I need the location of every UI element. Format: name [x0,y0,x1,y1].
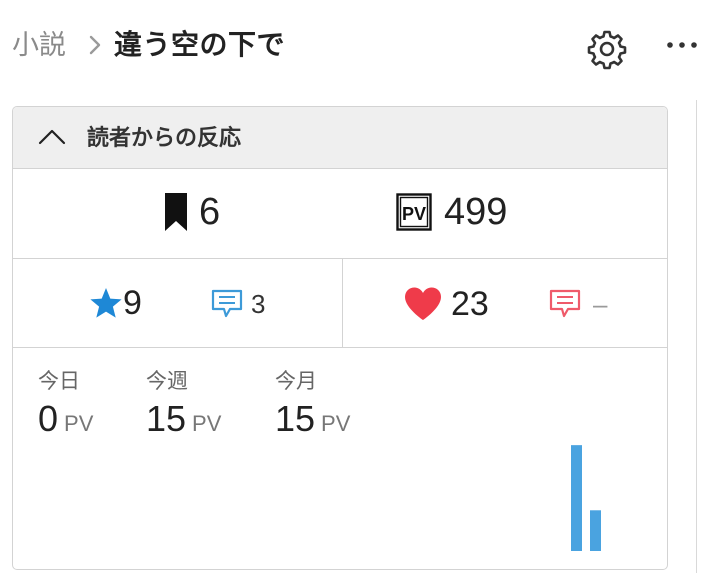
adjacent-panel-edge [696,100,697,573]
bookmark-stat: 6 [163,190,220,234]
pv-unit: PV [321,411,351,436]
page-title: 違う空の下で [114,29,286,60]
pv-bar [590,510,601,551]
chevron-up-icon[interactable] [37,127,67,147]
pv-bar [571,445,582,551]
bookmark-count: 6 [199,191,221,233]
svg-text:PV: PV [402,204,426,224]
pv-today-value: 0 [38,398,59,439]
star-comment-stat[interactable]: 3 [211,289,265,319]
row-divider [342,259,343,347]
bookmark-icon [165,193,187,231]
pv-unit: PV [64,411,94,436]
pv-month-label: 今月 [275,370,317,393]
card-title: 読者からの反応 [87,125,242,150]
star-comment-count: 3 [251,289,266,319]
star-stat[interactable]: 9 [89,283,142,323]
comment-icon [549,289,581,318]
pv-month: 今月 15 PV [275,369,350,439]
heart-icon [405,287,441,320]
breadcrumb-parent[interactable]: 小説 [12,27,66,63]
star-icon [90,288,122,318]
totals-row: 6 PV 499 [13,169,667,259]
card-header-toggle[interactable]: 読者からの反応 [13,107,667,169]
heart-stat[interactable]: 23 [403,284,489,324]
chevron-right-icon [89,35,101,55]
reader-reactions-card: 読者からの反応 6 PV 499 9 3 23 – 今日 0 PV 今週 15 … [12,106,668,570]
heart-comment-count: – [593,289,608,319]
star-count: 9 [123,284,142,322]
comment-icon [211,289,243,318]
pv-week-value: 15 [146,398,187,439]
pv-month-value: 15 [275,398,316,439]
pv-today-label: 今日 [38,370,80,393]
heart-count: 23 [451,285,489,323]
pv-unit: PV [192,411,222,436]
pv-week: 今週 15 PV [146,369,221,439]
heart-comment-stat[interactable]: – [549,289,607,319]
pv-week-label: 今週 [146,370,188,393]
pv-total-count: 499 [444,191,508,233]
pv-icon: PV [396,193,432,231]
page-header: 小説 違う空の下で [0,0,703,95]
pv-bar-chart [571,445,601,551]
more-options-icon[interactable] [664,30,700,64]
gear-icon[interactable] [585,27,629,71]
pv-total-stat: PV 499 [396,190,507,234]
pv-today: 今日 0 PV [38,369,93,439]
reactions-row: 9 3 23 – [13,259,667,348]
